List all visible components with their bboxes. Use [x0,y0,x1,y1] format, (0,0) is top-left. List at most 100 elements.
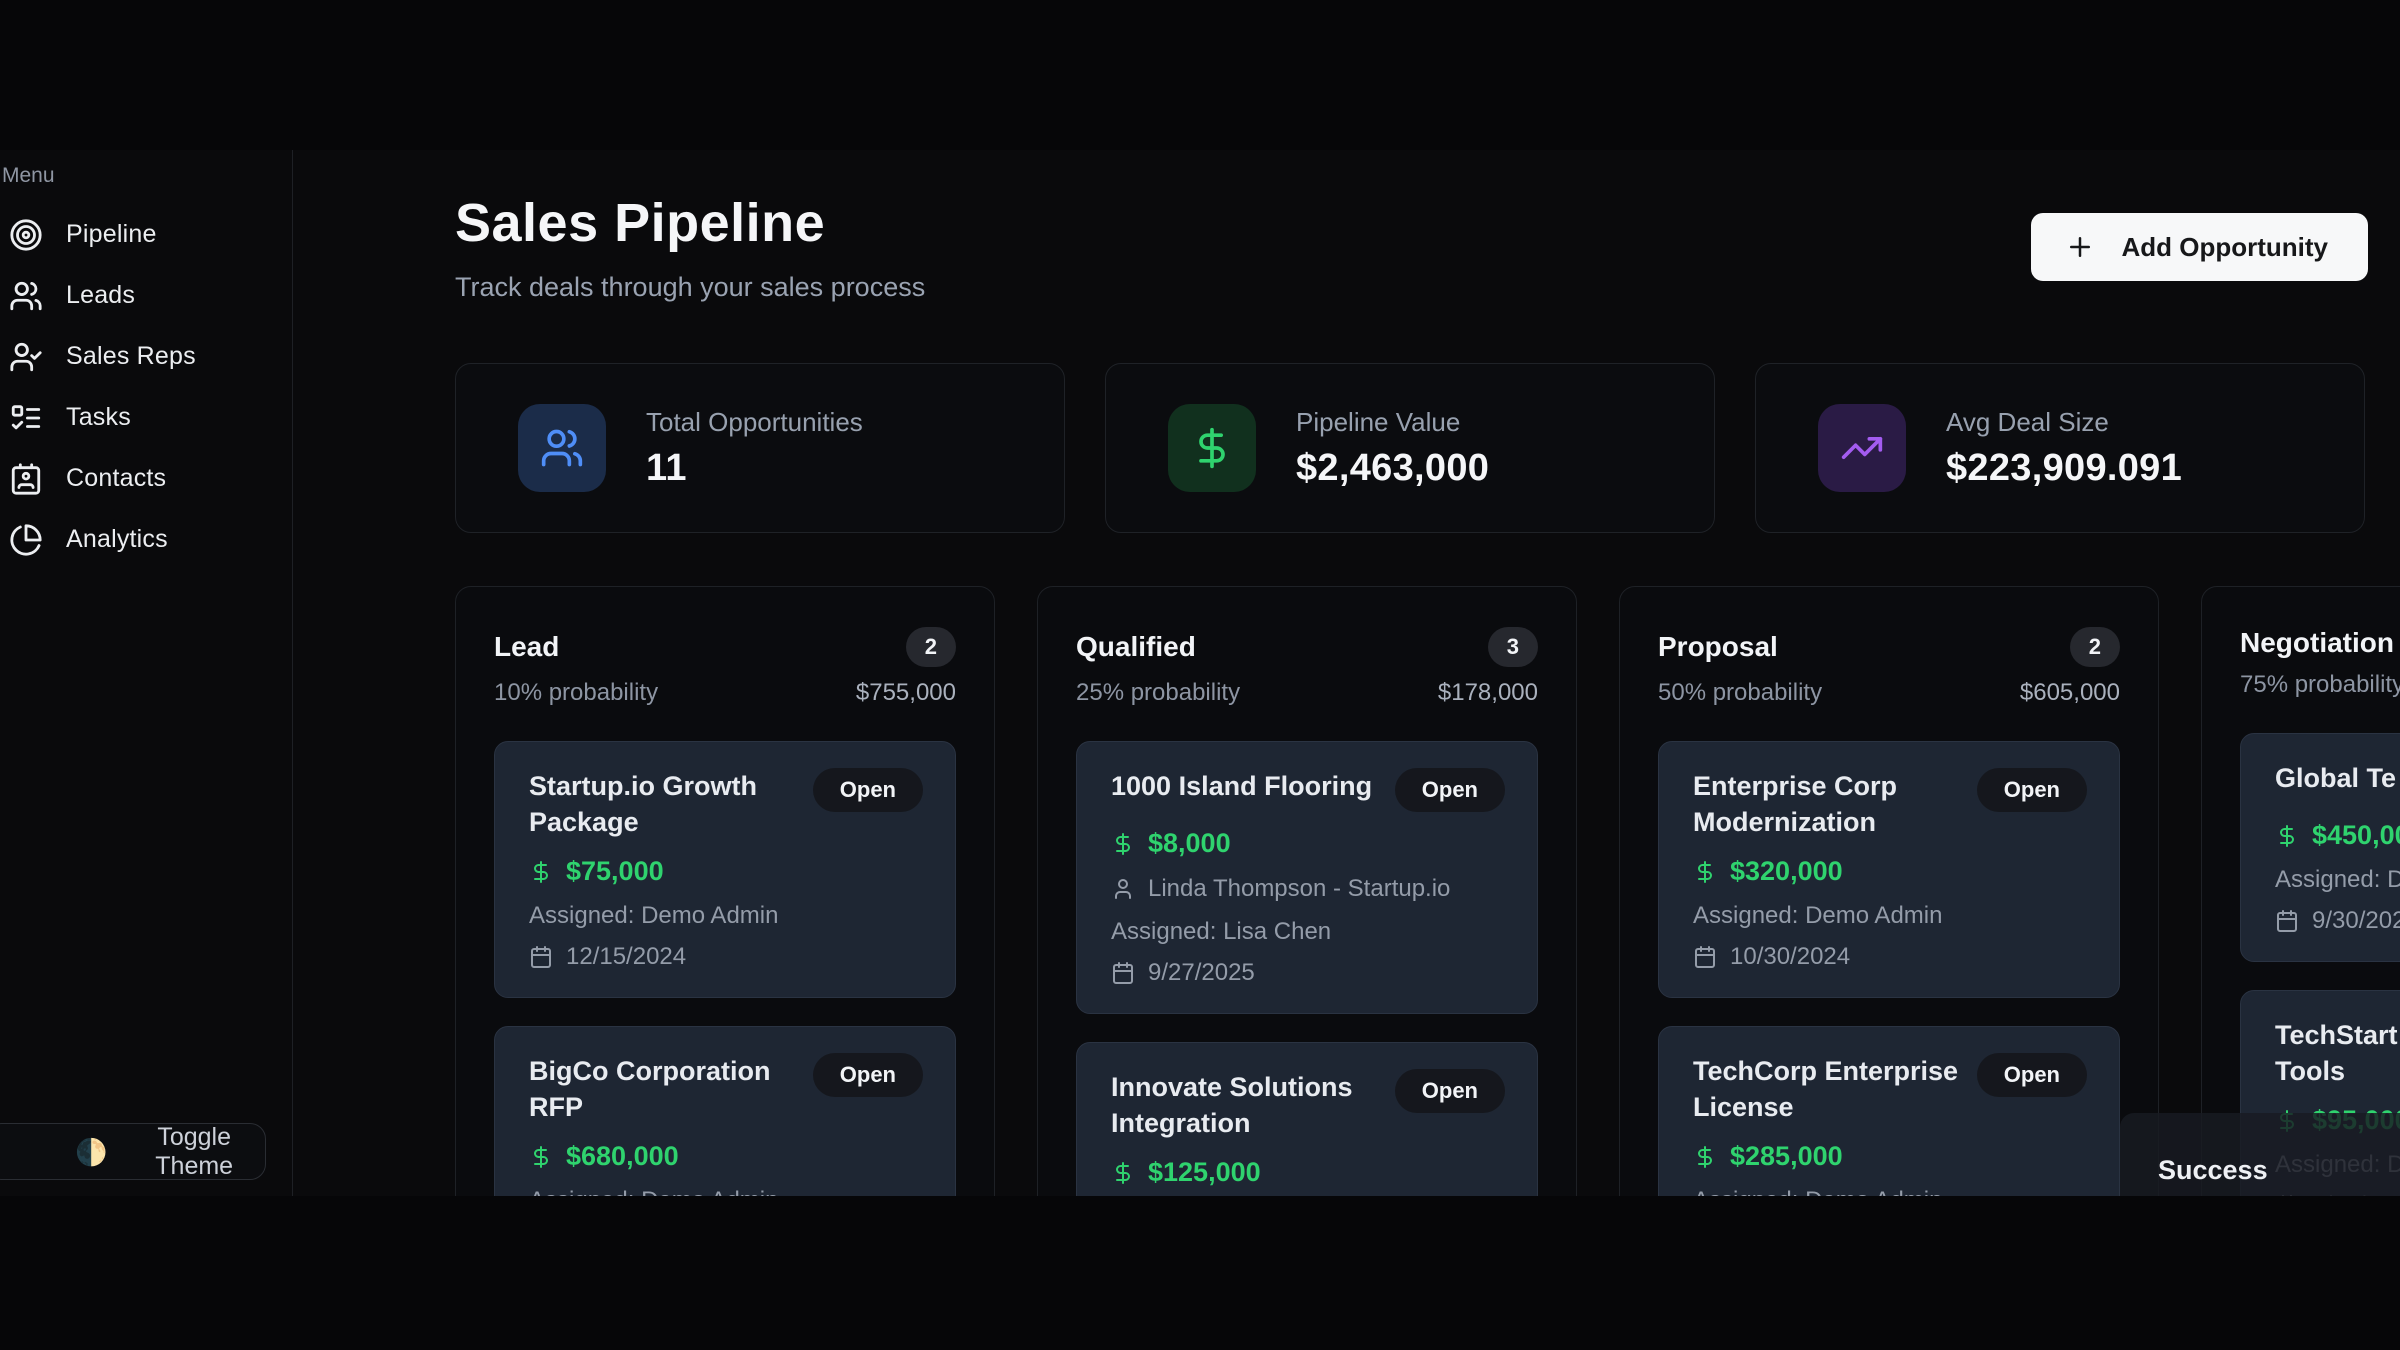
trending-up-icon [1818,404,1906,492]
plus-icon [2065,232,2095,262]
deal-amount: $680,000 [566,1141,679,1172]
pie-chart-icon [9,523,43,557]
deal-card[interactable]: Enterprise Corp Modernization Open $320,… [1658,741,2120,998]
status-badge: Open [813,768,923,812]
dollar-sign-icon [1111,832,1135,856]
main-content: Sales Pipeline Track deals through your … [294,150,2400,1196]
stat-card-total-opportunities: Total Opportunities 11 [455,363,1065,533]
dollar-sign-icon [1111,1161,1135,1185]
stat-card-pipeline-value: Pipeline Value $2,463,000 [1105,363,1715,533]
deal-amount: $285,000 [1730,1141,1843,1172]
users-icon [9,279,43,313]
sidebar-item-label: Analytics [66,525,168,554]
toggle-theme-button[interactable]: 🌓 Toggle Theme [0,1123,266,1180]
sidebar-item-contacts[interactable]: Contacts [0,448,292,509]
column-total: $178,000 [1438,679,1538,707]
stat-label: Pipeline Value [1296,407,1489,438]
deal-assigned: Assigned: Demo Admin [529,902,778,930]
status-badge: Open [1977,1053,2087,1097]
deal-title: TechCorp Enterprise License [1693,1053,1961,1125]
dollar-sign-icon [529,860,553,884]
column-title: Proposal [1658,631,1778,663]
moon-icon: 🌓 [75,1139,107,1165]
deal-date: 9/30/2024 [2312,907,2400,935]
deal-amount: $125,000 [1148,1157,1261,1188]
stat-card-avg-deal-size: Avg Deal Size $223,909.091 [1755,363,2365,533]
page-title: Sales Pipeline [455,192,825,254]
deal-card[interactable]: TechCorp Enterprise License Open $285,00… [1658,1026,2120,1196]
target-icon [9,218,43,252]
column-qualified: Qualified 3 25% probability $178,000 100… [1037,586,1577,1196]
dollar-sign-icon [1168,404,1256,492]
sidebar-item-pipeline[interactable]: Pipeline [0,204,292,265]
deal-amount: $320,000 [1730,856,1843,887]
list-todo-icon [9,401,43,435]
column-title: Lead [494,631,559,663]
sidebar-item-label: Sales Reps [66,342,196,371]
deal-title: Innovate Solutions Integration [1111,1069,1379,1141]
success-toast: Success [2120,1113,2400,1196]
menu-label: Menu [2,164,55,188]
sidebar-item-tasks[interactable]: Tasks [0,387,292,448]
deal-card[interactable]: Innovate Solutions Integration Open $125… [1076,1042,1538,1196]
deal-assigned: Assigned: Demo Admin [529,1187,778,1196]
status-badge: Open [1977,768,2087,812]
deal-amount: $75,000 [566,856,664,887]
deal-assigned: Assigned: Demo Admin [1693,902,1942,930]
dollar-sign-icon [1693,860,1717,884]
pipeline-board: Lead 2 10% probability $755,000 Startup.… [455,586,2400,1196]
toggle-theme-label: Toggle Theme [123,1123,265,1181]
toast-title: Success [2158,1155,2400,1186]
sidebar-item-sales-reps[interactable]: Sales Reps [0,326,292,387]
deal-title: TechStart Tools [2275,1017,2400,1089]
add-opportunity-label: Add Opportunity [2121,232,2328,263]
stat-label: Total Opportunities [646,407,863,438]
stat-label: Avg Deal Size [1946,407,2182,438]
contact-card-icon [9,462,43,496]
deal-title: Enterprise Corp Modernization [1693,768,1961,840]
column-total: $755,000 [856,679,956,707]
column-title: Qualified [1076,631,1196,663]
dollar-sign-icon [2275,824,2299,848]
user-icon [1111,877,1135,901]
deal-amount: $450,000 [2312,820,2400,851]
deal-assigned: Assigned: Lisa Chen [1111,918,1331,946]
calendar-icon [1111,961,1135,985]
column-lead: Lead 2 10% probability $755,000 Startup.… [455,586,995,1196]
sidebar-item-label: Leads [66,281,135,310]
users-icon [518,404,606,492]
deal-assigned: Assigned: Demo Admin [1693,1187,1942,1196]
column-count-badge: 2 [2070,627,2120,667]
deal-card[interactable]: Startup.io Growth Package Open $75,000 A… [494,741,956,998]
page-subtitle: Track deals through your sales process [455,272,925,303]
deal-title: Startup.io Growth Package [529,768,797,840]
column-probability: 50% probability [1658,679,1822,707]
add-opportunity-button[interactable]: Add Opportunity [2031,213,2368,281]
column-negotiation: Negotiation 75% probability Global Te Op… [2201,586,2400,1196]
stat-value: $2,463,000 [1296,447,1489,490]
deal-amount: $8,000 [1148,828,1231,859]
deal-title: 1000 Island Flooring [1111,768,1379,804]
dollar-sign-icon [1693,1145,1717,1169]
stat-value: 11 [646,447,863,490]
column-count-badge: 3 [1488,627,1538,667]
sidebar-item-label: Contacts [66,464,166,493]
deal-card[interactable]: 1000 Island Flooring Open $8,000 Linda T… [1076,741,1538,1014]
status-badge: Open [1395,768,1505,812]
column-title: Negotiation [2240,627,2394,659]
deal-card[interactable]: Global Te Open $450,000 Assigned: Demo A… [2240,733,2400,962]
dollar-sign-icon [529,1145,553,1169]
sidebar-item-label: Tasks [66,403,131,432]
deal-date: 12/15/2024 [566,943,686,971]
deal-card[interactable]: BigCo Corporation RFP Open $680,000 Assi… [494,1026,956,1196]
calendar-icon [1693,945,1717,969]
deal-contact: Linda Thompson - Startup.io [1148,875,1450,903]
column-probability: 10% probability [494,679,658,707]
column-probability: 25% probability [1076,679,1240,707]
deal-assigned: Assigned: Demo Admin [2275,866,2400,894]
sidebar-item-analytics[interactable]: Analytics [0,509,292,570]
column-proposal: Proposal 2 50% probability $605,000 Ente… [1619,586,2159,1196]
sidebar-item-leads[interactable]: Leads [0,265,292,326]
column-total: $605,000 [2020,679,2120,707]
status-badge: Open [1395,1069,1505,1113]
